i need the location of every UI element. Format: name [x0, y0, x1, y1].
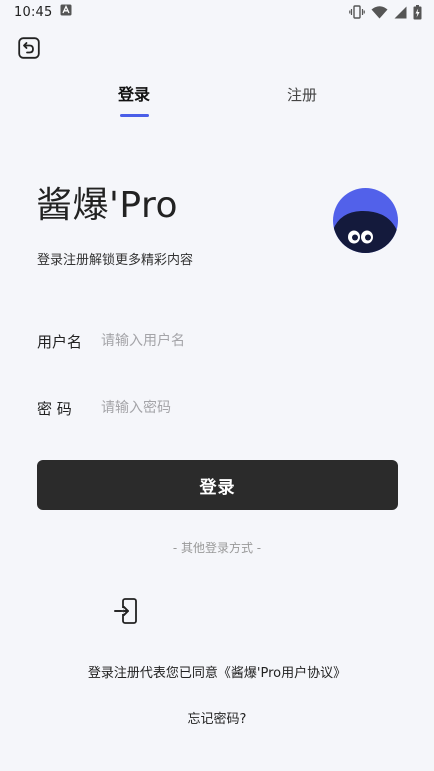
tab-login[interactable]: 登录 [104, 80, 164, 110]
tab-active-indicator [120, 114, 149, 117]
back-button[interactable] [18, 37, 40, 59]
status-bar: 10:45 [0, 0, 434, 24]
login-button[interactable]: 登录 [37, 460, 398, 510]
status-time: 10:45 [14, 4, 53, 20]
signal-icon [394, 6, 407, 19]
password-label: 密 码 [37, 399, 72, 418]
user-agreement-link[interactable]: 登录注册代表您已同意《酱爆'Pro用户协议》 [0, 662, 434, 681]
alt-login-button[interactable] [113, 597, 139, 625]
avatar [333, 188, 398, 253]
mascot-avatar-icon [333, 188, 398, 253]
other-login-divider: - 其他登录方式 - [172, 541, 262, 555]
wifi-icon [371, 5, 388, 19]
status-right [349, 4, 422, 20]
forgot-password-link[interactable]: 忘记密码? [0, 708, 434, 727]
brand-subtitle: 登录注册解锁更多精彩内容 [37, 253, 194, 268]
username-input[interactable] [101, 327, 397, 355]
auth-tabs: 登录 注册 [0, 80, 434, 124]
back-arrow-icon [18, 37, 40, 59]
password-input[interactable] [101, 394, 397, 422]
username-row: 用户名 [37, 326, 397, 356]
battery-charging-icon [413, 4, 422, 20]
password-row: 密 码 [37, 393, 397, 423]
tab-register[interactable]: 注册 [272, 80, 332, 110]
login-screen: 10:45 登录 注册 酱爆'Pro 登录注册解锁更多精彩内容 用户名 请输入用… [0, 0, 434, 771]
notification-a-icon [60, 4, 72, 20]
username-label: 用户名 [37, 332, 83, 351]
brand-title: 酱爆'Pro [36, 185, 179, 226]
status-left: 10:45 [14, 4, 72, 20]
login-entry-icon [114, 598, 137, 624]
vibrate-icon [349, 5, 365, 19]
